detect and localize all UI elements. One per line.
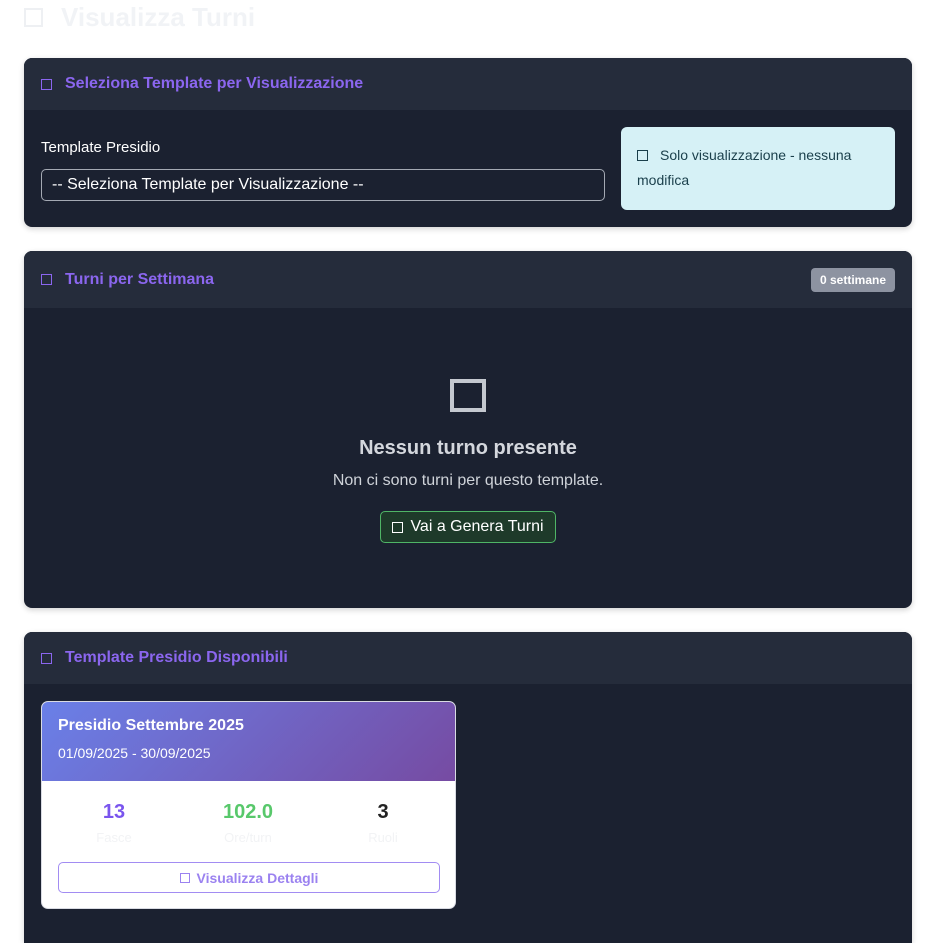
available-templates-card: Template Presidio Disponibili Presidio S… <box>24 632 912 943</box>
template-card[interactable]: Presidio Settembre 2025 01/09/2025 - 30/… <box>41 701 456 909</box>
template-field-label: Template Presidio <box>41 139 161 156</box>
square-icon <box>41 78 52 90</box>
template-dates: 01/09/2025 - 30/09/2025 <box>58 745 211 761</box>
eye-icon <box>179 872 190 883</box>
view-details-label: Visualizza Dettagli <box>196 869 319 886</box>
stat-ruoli: 3 Ruoli <box>328 801 438 845</box>
stat-value: 3 <box>377 801 389 823</box>
select-template-card: Seleziona Template per Visualizzazione T… <box>24 58 912 227</box>
stat-ore: 102.0 Ore/turn <box>193 801 303 845</box>
weeks-count-badge: 0 settimane <box>810 267 895 292</box>
select-template-header: Seleziona Template per Visualizzazione <box>24 58 912 110</box>
generate-shifts-label: Vai a Genera Turni <box>410 518 544 535</box>
weeks-card: Turni per Settimana 0 settimane Nessun t… <box>24 251 912 608</box>
empty-state-title: Nessun turno presente <box>359 437 577 459</box>
generate-shifts-button[interactable]: Vai a Genera Turni <box>380 511 556 543</box>
plus-icon <box>392 521 404 533</box>
square-icon <box>24 7 43 27</box>
template-card-header: Presidio Settembre 2025 01/09/2025 - 30/… <box>42 702 455 781</box>
info-icon <box>637 150 648 161</box>
calendar-icon <box>41 274 52 285</box>
stat-value: 102.0 <box>222 801 274 823</box>
template-select[interactable]: -- Seleziona Template per Visualizzazion… <box>41 169 605 201</box>
available-templates-header: Template Presidio Disponibili <box>24 632 912 684</box>
view-only-text: Solo visualizzazione - nessuna modifica <box>637 147 852 188</box>
available-templates-title: Template Presidio Disponibili <box>65 649 288 666</box>
page-title: Visualizza Turni <box>24 0 255 34</box>
select-template-title: Seleziona Template per Visualizzazione <box>65 75 364 92</box>
empty-state-icon <box>450 379 486 412</box>
stat-value: 13 <box>102 801 126 823</box>
view-details-button[interactable]: Visualizza Dettagli <box>58 862 440 893</box>
empty-state-text: Non ci sono turni per questo template. <box>332 472 604 489</box>
stat-label: Ore/turn <box>224 830 272 845</box>
weeks-title: Turni per Settimana <box>65 270 215 288</box>
stat-label: Fasce <box>96 830 132 845</box>
weeks-header: Turni per Settimana 0 settimane <box>24 251 912 308</box>
template-select-value: -- Seleziona Template per Visualizzazion… <box>52 176 364 193</box>
page-title-text: Visualizza Turni <box>61 1 256 32</box>
template-name: Presidio Settembre 2025 <box>58 717 244 734</box>
stat-fasce: 13 Fasce <box>59 801 169 845</box>
template-stats: 13 Fasce 102.0 Ore/turn 3 Ruoli <box>42 781 455 861</box>
stat-label: Ruoli <box>368 830 398 845</box>
list-icon <box>41 652 52 664</box>
view-only-alert: Solo visualizzazione - nessuna modifica <box>621 127 895 210</box>
